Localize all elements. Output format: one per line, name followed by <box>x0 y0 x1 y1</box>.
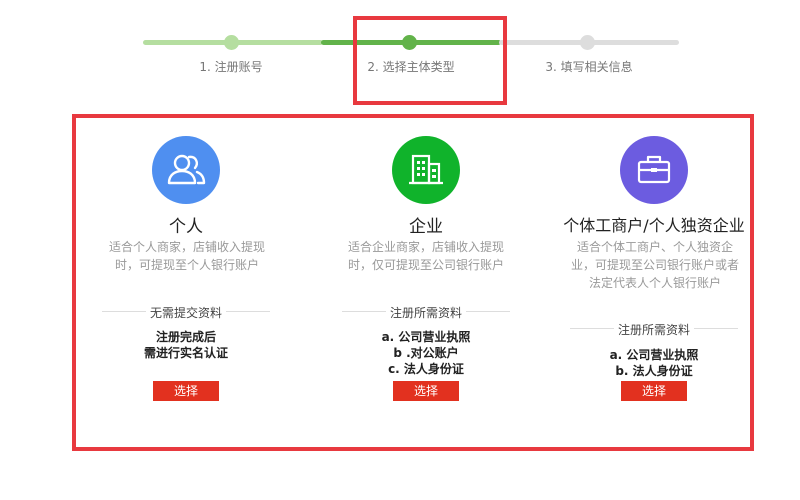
requirement-item: a. 公司营业执照 <box>609 348 699 362</box>
requirements-heading: 注册所需资料 <box>554 321 754 337</box>
requirements-heading: 注册所需资料 <box>326 304 526 320</box>
step-label-register-account: 1. 注册账号 <box>199 60 263 74</box>
briefcase-icon <box>620 136 688 204</box>
card-description: 适合企业商家，店铺收入提现 时，仅可提现至公司银行账户 <box>347 240 504 272</box>
current-step-highlight <box>353 16 507 105</box>
step-dot-3 <box>580 35 595 50</box>
requirement-item: a. 公司营业执照 <box>381 330 471 344</box>
page: 1. 注册账号 2. 选择主体类型 3. 填写相关信息 个人 适合个人商家，店铺… <box>0 0 800 500</box>
select-sole-proprietorship-button[interactable]: 选择 <box>621 381 687 401</box>
step-label-fill-info: 3. 填写相关信息 <box>545 60 633 74</box>
card-title: 个人 <box>169 217 203 237</box>
requirement-item: 注册完成后 <box>155 330 216 344</box>
requirements-heading: 无需提交资料 <box>86 304 286 320</box>
requirement-item: b .对公账户 <box>393 346 459 360</box>
requirements-list: 注册完成后 需进行实名认证 <box>86 329 286 361</box>
requirement-item: b. 法人身份证 <box>615 364 693 378</box>
card-title: 个体工商户/个人独资企业 <box>563 216 745 235</box>
card-description: 适合个人商家，店铺收入提现 时，可提现至个人银行账户 <box>108 240 265 272</box>
select-enterprise-button[interactable]: 选择 <box>393 381 459 401</box>
progress-stepper: 1. 注册账号 2. 选择主体类型 3. 填写相关信息 <box>0 0 800 110</box>
select-individual-button[interactable]: 选择 <box>153 381 219 401</box>
requirement-item: 需进行实名认证 <box>143 346 228 360</box>
building-icon <box>392 136 460 204</box>
users-icon <box>152 136 220 204</box>
entity-type-options: 个人 适合个人商家，店铺收入提现 时，可提现至个人银行账户 无需提交资料 注册完… <box>72 114 754 451</box>
requirements-list: a. 公司营业执照 b. 法人身份证 <box>554 347 754 379</box>
card-description: 适合个体工商户、个人独资企 业，可提现至公司银行账户或者 法定代表人个人银行账户 <box>570 240 739 290</box>
requirement-item: c. 法人身份证 <box>388 362 464 376</box>
step-dot-1 <box>224 35 239 50</box>
requirements-list: a. 公司营业执照 b .对公账户 c. 法人身份证 <box>326 329 526 377</box>
card-title: 企业 <box>409 217 443 237</box>
